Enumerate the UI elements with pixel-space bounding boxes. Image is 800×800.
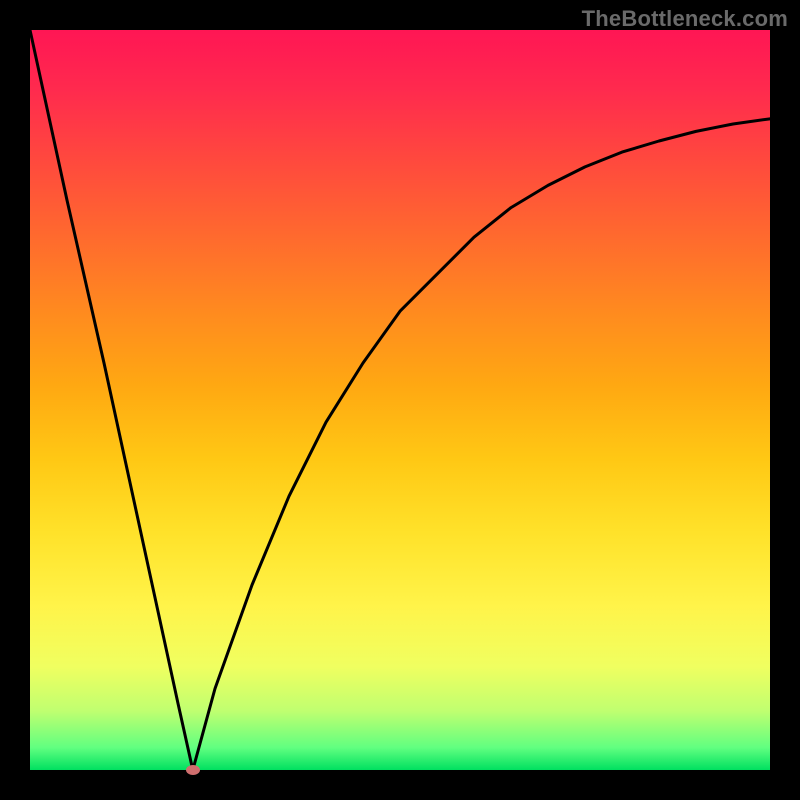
chart-wrapper: TheBottleneck.com [0,0,800,800]
bottleneck-curve [30,30,770,770]
plot-area [30,30,770,770]
watermark: TheBottleneck.com [582,6,788,32]
curve-svg [30,30,770,770]
minimum-marker [186,765,200,775]
